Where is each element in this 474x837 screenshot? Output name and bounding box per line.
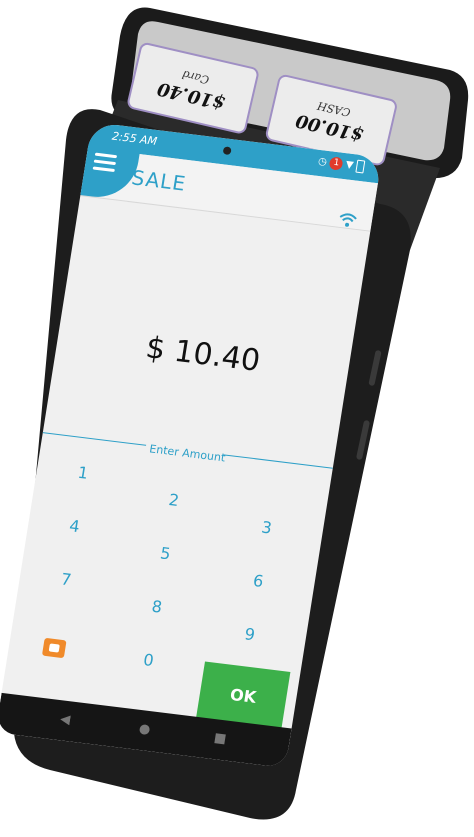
key-7[interactable]: 7	[47, 568, 86, 591]
key-0[interactable]: 0	[129, 648, 168, 671]
recent-apps-icon[interactable]	[214, 733, 226, 745]
notification-badge: 1	[328, 156, 344, 171]
key-4[interactable]: 4	[55, 515, 94, 538]
wifi-icon	[339, 213, 357, 227]
page-title: SALE	[129, 165, 188, 196]
backspace-icon[interactable]	[41, 637, 67, 659]
home-icon[interactable]	[138, 724, 151, 736]
key-6[interactable]: 6	[239, 569, 278, 592]
key-1[interactable]: 1	[64, 461, 103, 484]
key-3[interactable]: 3	[247, 516, 286, 539]
back-icon[interactable]	[59, 714, 70, 725]
key-2[interactable]: 2	[155, 488, 194, 511]
hamburger-icon[interactable]	[92, 152, 118, 173]
enter-amount-label: Enter Amount	[144, 441, 231, 465]
sale-amount: $ 10.40	[143, 330, 263, 379]
key-9[interactable]: 9	[230, 623, 269, 646]
battery-icon	[355, 159, 366, 174]
key-8[interactable]: 8	[138, 595, 177, 618]
payment-terminal: $10.40 Card $10.00 CASH 2:55 AM ◷ 1 ▼ SA…	[0, 0, 474, 837]
card-total-tile: $10.40 Card	[125, 41, 261, 136]
status-icons: ◷ 1 ▼	[317, 155, 366, 174]
signal-icon: ▼	[344, 159, 355, 172]
front-camera	[222, 146, 232, 156]
key-5[interactable]: 5	[146, 542, 185, 565]
alarm-icon: ◷	[317, 155, 328, 168]
